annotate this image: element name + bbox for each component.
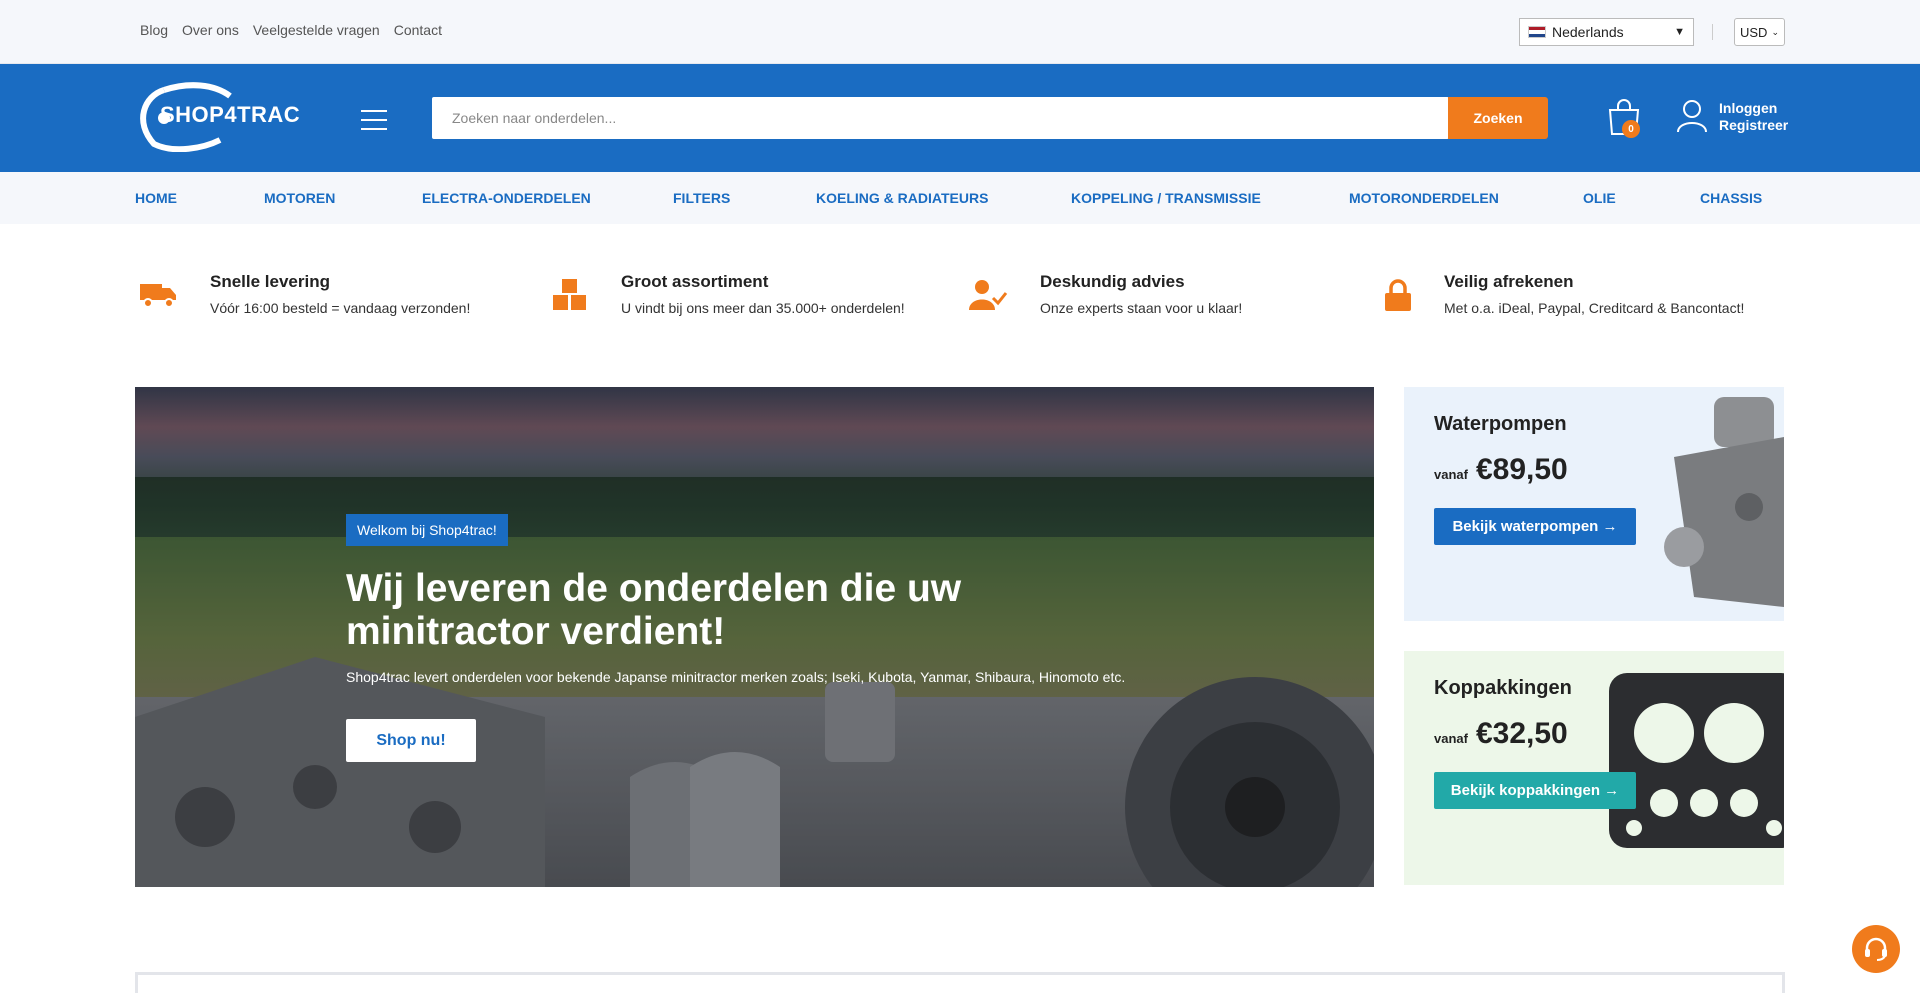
usp-title: Veilig afrekenen <box>1444 272 1574 291</box>
dutch-flag-icon <box>1528 26 1546 38</box>
boxes-icon <box>553 279 586 310</box>
cart-count-badge: 0 <box>1622 120 1640 138</box>
nav-home[interactable]: HOME <box>135 190 177 206</box>
price-from-label: vanaf <box>1434 467 1468 482</box>
account-links: Inloggen Registreer <box>1719 100 1788 134</box>
promo-price: vanaf €32,50 <box>1434 717 1568 751</box>
chevron-down-icon: ⌄ <box>1771 26 1779 37</box>
currency-value: USD <box>1740 24 1768 40</box>
menu-icon[interactable] <box>361 110 387 137</box>
nav-electra[interactable]: ELECTRA-ONDERDELEN <box>422 190 591 206</box>
logo-text[interactable]: SHOP4TRAC <box>160 102 300 128</box>
truck-icon <box>140 284 176 308</box>
expert-icon <box>969 280 1008 310</box>
hero-banner: Welkom bij Shop4trac! Wij leveren de ond… <box>135 387 1374 887</box>
search-placeholder: Zoeken naar onderdelen... <box>452 110 617 126</box>
nav-filters[interactable]: FILTERS <box>673 190 730 206</box>
usp-sub: Met o.a. iDeal, Paypal, Creditcard & Ban… <box>1444 300 1745 316</box>
blog-link[interactable]: Blog <box>140 22 168 38</box>
register-link[interactable]: Registreer <box>1719 117 1788 134</box>
nav-chassis[interactable]: CHASSIS <box>1700 190 1762 206</box>
currency-select[interactable]: USD ⌄ <box>1734 18 1785 46</box>
view-waterpumps-button[interactable]: Bekijk waterpompen → <box>1434 508 1636 545</box>
water-pump-image <box>1664 397 1784 607</box>
support-button[interactable] <box>1852 925 1900 973</box>
promo-price: vanaf €89,50 <box>1434 453 1568 487</box>
promo-title: Koppakkingen <box>1434 677 1572 699</box>
usp-title: Groot assortiment <box>621 272 769 291</box>
search-input[interactable]: Zoeken naar onderdelen... <box>432 97 1449 139</box>
faq-link[interactable]: Veelgestelde vragen <box>253 22 380 38</box>
nav-koeling[interactable]: KOELING & RADIATEURS <box>816 190 988 206</box>
promo-card-waterpumps[interactable]: Waterpompen vanaf €89,50 Bekijk waterpom… <box>1404 387 1784 621</box>
promo-card-gaskets[interactable]: Koppakkingen vanaf €32,50 Bekijk koppakk… <box>1404 651 1784 885</box>
hero-badge: Welkom bij Shop4trac! <box>346 514 508 546</box>
login-link[interactable]: Inloggen <box>1719 100 1788 117</box>
about-link[interactable]: Over ons <box>182 22 239 38</box>
nav-motoronderdelen[interactable]: MOTORONDERDELEN <box>1349 190 1499 206</box>
language-value: Nederlands <box>1552 24 1624 40</box>
promo-title: Waterpompen <box>1434 413 1567 435</box>
usp-title: Deskundig advies <box>1040 272 1185 291</box>
usp-sub: Vóór 16:00 besteld = vandaag verzonden! <box>210 300 471 316</box>
contact-link[interactable]: Contact <box>394 22 442 38</box>
view-gaskets-button[interactable]: Bekijk koppakkingen → <box>1434 772 1636 809</box>
price-amount: €89,50 <box>1475 453 1568 486</box>
usp-delivery: Snelle levering Vóór 16:00 besteld = van… <box>210 272 470 316</box>
usp-checkout: Veilig afrekenen Met o.a. iDeal, Paypal,… <box>1444 272 1744 316</box>
head-gasket-image <box>1609 673 1784 848</box>
nav-olie[interactable]: OLIE <box>1583 190 1616 206</box>
shop-now-button[interactable]: Shop nu! <box>346 719 476 762</box>
search-button[interactable]: Zoeken <box>1448 97 1548 139</box>
content-box <box>135 972 1785 993</box>
price-amount: €32,50 <box>1475 717 1568 750</box>
top-links: Blog Over ons Veelgestelde vragen Contac… <box>140 22 442 38</box>
usp-assortment: Groot assortiment U vindt bij ons meer d… <box>621 272 905 316</box>
caret-down-icon: ▼ <box>1674 26 1685 38</box>
language-select[interactable]: Nederlands ▼ <box>1519 18 1694 46</box>
lock-icon <box>1385 279 1411 311</box>
headset-icon <box>1865 937 1887 961</box>
usp-advice: Deskundig advies Onze experts staan voor… <box>1040 272 1242 316</box>
divider <box>1712 24 1713 40</box>
top-bar: Blog Over ons Veelgestelde vragen Contac… <box>0 0 1920 64</box>
category-nav: HOME MOTOREN ELECTRA-ONDERDELEN FILTERS … <box>0 172 1920 224</box>
hero-subtitle: Shop4trac levert onderdelen voor bekende… <box>346 669 1126 685</box>
nav-koppeling[interactable]: KOPPELING / TRANSMISSIE <box>1071 190 1261 206</box>
user-icon[interactable] <box>1676 98 1708 134</box>
price-from-label: vanaf <box>1434 731 1468 746</box>
hero-title: Wij leveren de onderdelen die uw minitra… <box>346 567 962 653</box>
usp-sub: Onze experts staan voor u klaar! <box>1040 300 1243 316</box>
usp-sub: U vindt bij ons meer dan 35.000+ onderde… <box>621 300 905 316</box>
usp-title: Snelle levering <box>210 272 330 291</box>
nav-motoren[interactable]: MOTOREN <box>264 190 335 206</box>
